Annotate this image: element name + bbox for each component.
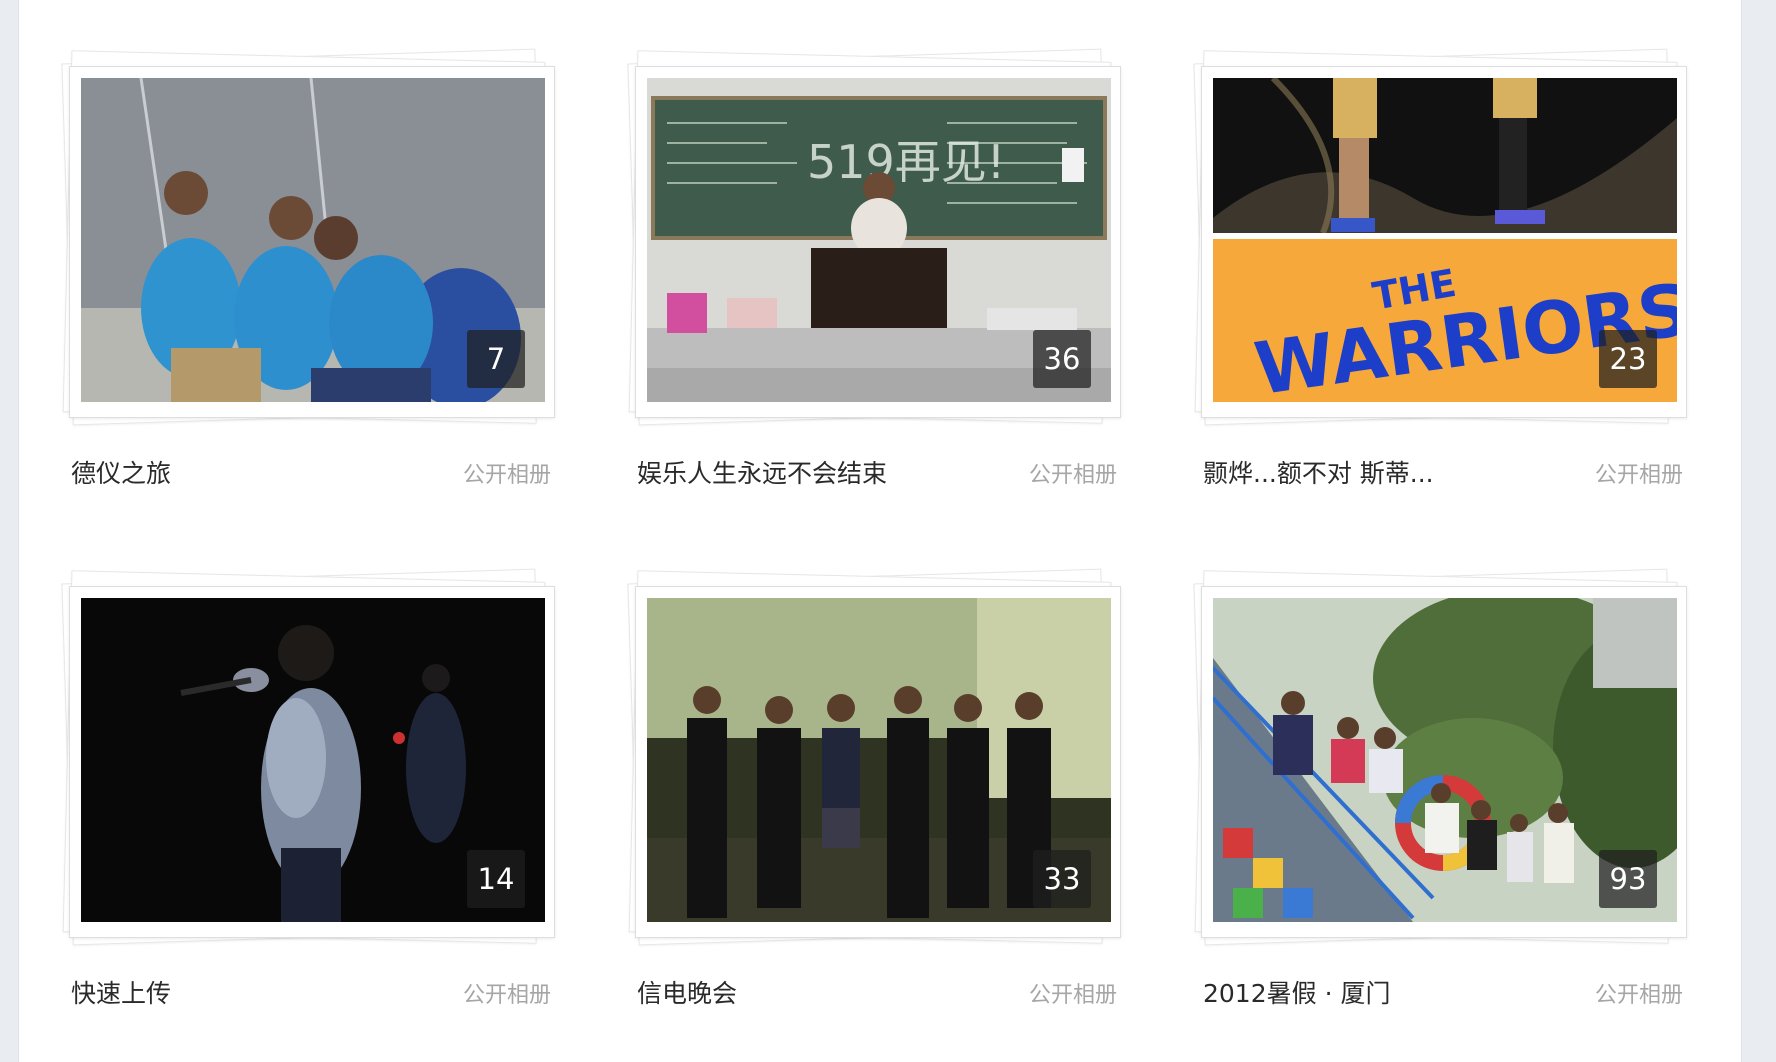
album-stack[interactable]: WARRIORS THE 23 — [1191, 48, 1687, 428]
album-type-label: 公开相册 — [1594, 463, 1683, 488]
svg-text:519再见!: 519再见! — [807, 135, 1005, 189]
album-meta: 德仪之旅 公开相册 — [71, 454, 555, 494]
album-cover-frame[interactable]: 14 — [69, 586, 555, 938]
album-title[interactable]: 娱乐人生永远不会结束 — [637, 454, 887, 490]
album-type-label: 公开相册 — [1594, 983, 1683, 1008]
album-title[interactable]: 2012暑假 · 厦门 — [1203, 974, 1390, 1010]
album-title[interactable]: 信电晚会 — [637, 974, 737, 1010]
album-meta: 颢烨...额不对 斯蒂... 公开相册 — [1203, 454, 1687, 494]
album-cover-frame[interactable]: 519再见! 36 — [635, 66, 1121, 418]
album-type-label: 公开相册 — [1028, 463, 1117, 488]
photo-count-badge: 7 — [467, 330, 525, 388]
album-cover-frame[interactable]: WARRIORS THE 23 — [1201, 66, 1687, 418]
album-meta: 信电晚会 公开相册 — [637, 974, 1121, 1014]
album-type-label: 公开相册 — [462, 463, 551, 488]
album-cover-photo[interactable]: WARRIORS THE 23 — [1213, 78, 1677, 402]
album-stack[interactable]: 14 — [59, 568, 555, 948]
photo-count-badge: 14 — [467, 850, 525, 908]
photo-count-badge: 93 — [1599, 850, 1657, 908]
album-card[interactable]: 93 2012暑假 · 厦门 公开相册 — [1191, 568, 1687, 1008]
album-cover-frame[interactable]: 33 — [635, 586, 1121, 938]
album-title[interactable]: 颢烨...额不对 斯蒂... — [1203, 454, 1434, 490]
album-meta: 娱乐人生永远不会结束 公开相册 — [637, 454, 1121, 494]
album-stack[interactable]: 93 — [1191, 568, 1687, 948]
album-card[interactable]: WARRIORS THE 23 颢烨...额不对 斯蒂... 公开相册 — [1191, 48, 1687, 488]
album-meta: 2012暑假 · 厦门 公开相册 — [1203, 974, 1687, 1014]
album-cover-photo[interactable]: 14 — [81, 598, 545, 922]
album-cover-photo[interactable]: 519再见! 36 — [647, 78, 1111, 402]
album-meta: 快速上传 公开相册 — [71, 974, 555, 1014]
album-cover-photo[interactable]: 33 — [647, 598, 1111, 922]
album-cover-photo[interactable]: 7 — [81, 78, 545, 402]
album-grid: 7 德仪之旅 公开相册 519再见! 36 娱乐人生永远不会结束 公开相册 WA… — [59, 48, 1759, 1008]
album-type-label: 公开相册 — [1028, 983, 1117, 1008]
album-cover-frame[interactable]: 93 — [1201, 586, 1687, 938]
album-card[interactable]: 7 德仪之旅 公开相册 — [59, 48, 555, 488]
photo-count-badge: 33 — [1033, 850, 1091, 908]
album-card[interactable]: 519再见! 36 娱乐人生永远不会结束 公开相册 — [625, 48, 1121, 488]
album-cover-photo[interactable]: 93 — [1213, 598, 1677, 922]
album-stack[interactable]: 33 — [625, 568, 1121, 948]
album-type-label: 公开相册 — [462, 983, 551, 1008]
photo-count-badge: 23 — [1599, 330, 1657, 388]
album-title[interactable]: 快速上传 — [71, 974, 171, 1010]
album-card[interactable]: 33 信电晚会 公开相册 — [625, 568, 1121, 1008]
album-stack[interactable]: 7 — [59, 48, 555, 428]
album-card[interactable]: 14 快速上传 公开相册 — [59, 568, 555, 1008]
album-cover-frame[interactable]: 7 — [69, 66, 555, 418]
album-title[interactable]: 德仪之旅 — [71, 454, 171, 490]
photo-count-badge: 36 — [1033, 330, 1091, 388]
album-list-page: 7 德仪之旅 公开相册 519再见! 36 娱乐人生永远不会结束 公开相册 WA… — [18, 0, 1742, 1062]
album-stack[interactable]: 519再见! 36 — [625, 48, 1121, 428]
